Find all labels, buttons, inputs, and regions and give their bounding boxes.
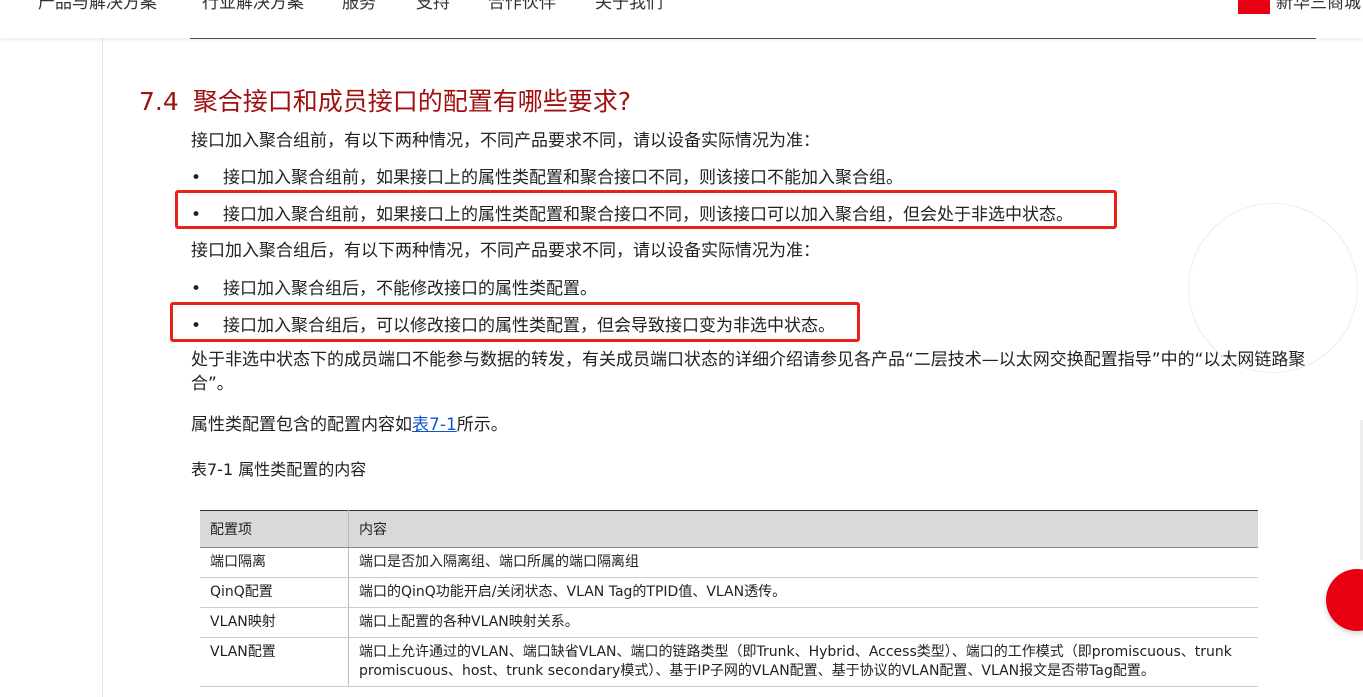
properties-table: 配置项 内容 端口隔离 端口是否加入隔离组、端口所属的端口隔离组 QinQ配置 … [200,510,1258,687]
table-caption: 表7-1 属性类配置的内容 [191,460,367,479]
store-icon[interactable] [1238,0,1270,14]
bullet-text: 接口加入聚合组前，如果接口上的属性类配置和聚合接口不同，则该接口可以加入聚合组，… [223,205,1073,225]
bullet-dot: • [191,168,202,188]
nav-item-partners[interactable]: 合作伙伴 [488,0,556,13]
table-row: VLAN配置 端口上允许通过的VLAN、端口缺省VLAN、端口的链路类型（即Tr… [200,637,1258,687]
bullet-text: 接口加入聚合组后，可以修改接口的属性类配置，但会导致接口变为非选中状态。 [223,316,835,336]
ref-prefix: 属性类配置包含的配置内容如 [191,415,412,435]
bullet-before-2: • 接口加入聚合组前，如果接口上的属性类配置和聚合接口不同，则该接口可以加入聚合组… [191,200,1073,225]
bullet-text: 接口加入聚合组后，不能修改接口的属性类配置。 [223,279,597,299]
page-gutter-line [102,38,103,697]
section-title: 7.4 聚合接口和成员接口的配置有哪些要求? [139,82,631,118]
nav-item-about[interactable]: 关于我们 [595,0,663,13]
bullet-dot: • [191,316,202,336]
bullet-dot: • [191,279,202,299]
table-row: VLAN映射 端口上配置的各种VLAN映射关系。 [200,607,1258,638]
bullet-text: 接口加入聚合组前，如果接口上的属性类配置和聚合接口不同，则该接口不能加入聚合组。 [223,168,903,188]
table-ref-link[interactable]: 表7-1 [412,415,457,435]
bullet-before-1: • 接口加入聚合组前，如果接口上的属性类配置和聚合接口不同，则该接口不能加入聚合组… [191,163,903,188]
nav-item-products[interactable]: 产品与解决方案 [38,0,157,13]
cell-config-item: VLAN配置 [200,637,349,687]
cell-config-item: 端口隔离 [200,547,349,578]
nav-item-support[interactable]: 支持 [416,0,450,13]
table-row: 端口隔离 端口是否加入隔离组、端口所属的端口隔离组 [200,547,1258,578]
cell-content: 端口是否加入隔离组、端口所属的端口隔离组 [348,547,1258,578]
table-row: QinQ配置 端口的QinQ功能开启/关闭状态、VLAN Tag的TPID值、V… [200,577,1258,608]
top-nav: 产品与解决方案 行业解决方案 服务 支持 合作伙伴 关于我们 新华三商城 [0,0,1363,38]
table-ref-paragraph: 属性类配置包含的配置内容如表7-1所示。 [191,410,508,435]
cell-content: 端口的QinQ功能开启/关闭状态、VLAN Tag的TPID值、VLAN透传。 [348,577,1258,608]
section-number: 7.4 [139,87,179,116]
bullet-dot: • [191,205,202,225]
decorative-circle [1188,203,1358,373]
bullet-after-2: • 接口加入聚合组后，可以修改接口的属性类配置，但会导致接口变为非选中状态。 [191,311,835,336]
ref-suffix: 所示。 [456,415,508,435]
intro-before-paragraph: 接口加入聚合组前，有以下两种情况，不同产品要求不同，请以设备实际情况为准： [191,131,820,151]
intro-after-paragraph: 接口加入聚合组后，有以下两种情况，不同产品要求不同，请以设备实际情况为准： [191,241,820,261]
nav-item-industry[interactable]: 行业解决方案 [202,0,304,13]
header-config-item: 配置项 [200,510,349,548]
table-header-row: 配置项 内容 [200,510,1258,548]
note-paragraph: 处于非选中状态下的成员端口不能参与数据的转发，有关成员端口状态的详细介绍请参见各… [191,350,1306,394]
store-link[interactable]: 新华三商城 [1276,0,1361,13]
cell-content: 端口上允许通过的VLAN、端口缺省VLAN、端口的链路类型（即Trunk、Hyb… [348,637,1258,687]
cell-config-item: QinQ配置 [200,577,349,608]
cell-config-item: VLAN映射 [200,607,349,638]
divider [190,38,1316,39]
section-title-text: 聚合接口和成员接口的配置有哪些要求? [192,87,632,116]
nav-item-service[interactable]: 服务 [342,0,376,13]
floating-contact-button[interactable] [1326,569,1363,631]
bullet-after-1: • 接口加入聚合组后，不能修改接口的属性类配置。 [191,274,597,299]
header-content: 内容 [348,510,1258,548]
cell-content: 端口上配置的各种VLAN映射关系。 [348,607,1258,638]
